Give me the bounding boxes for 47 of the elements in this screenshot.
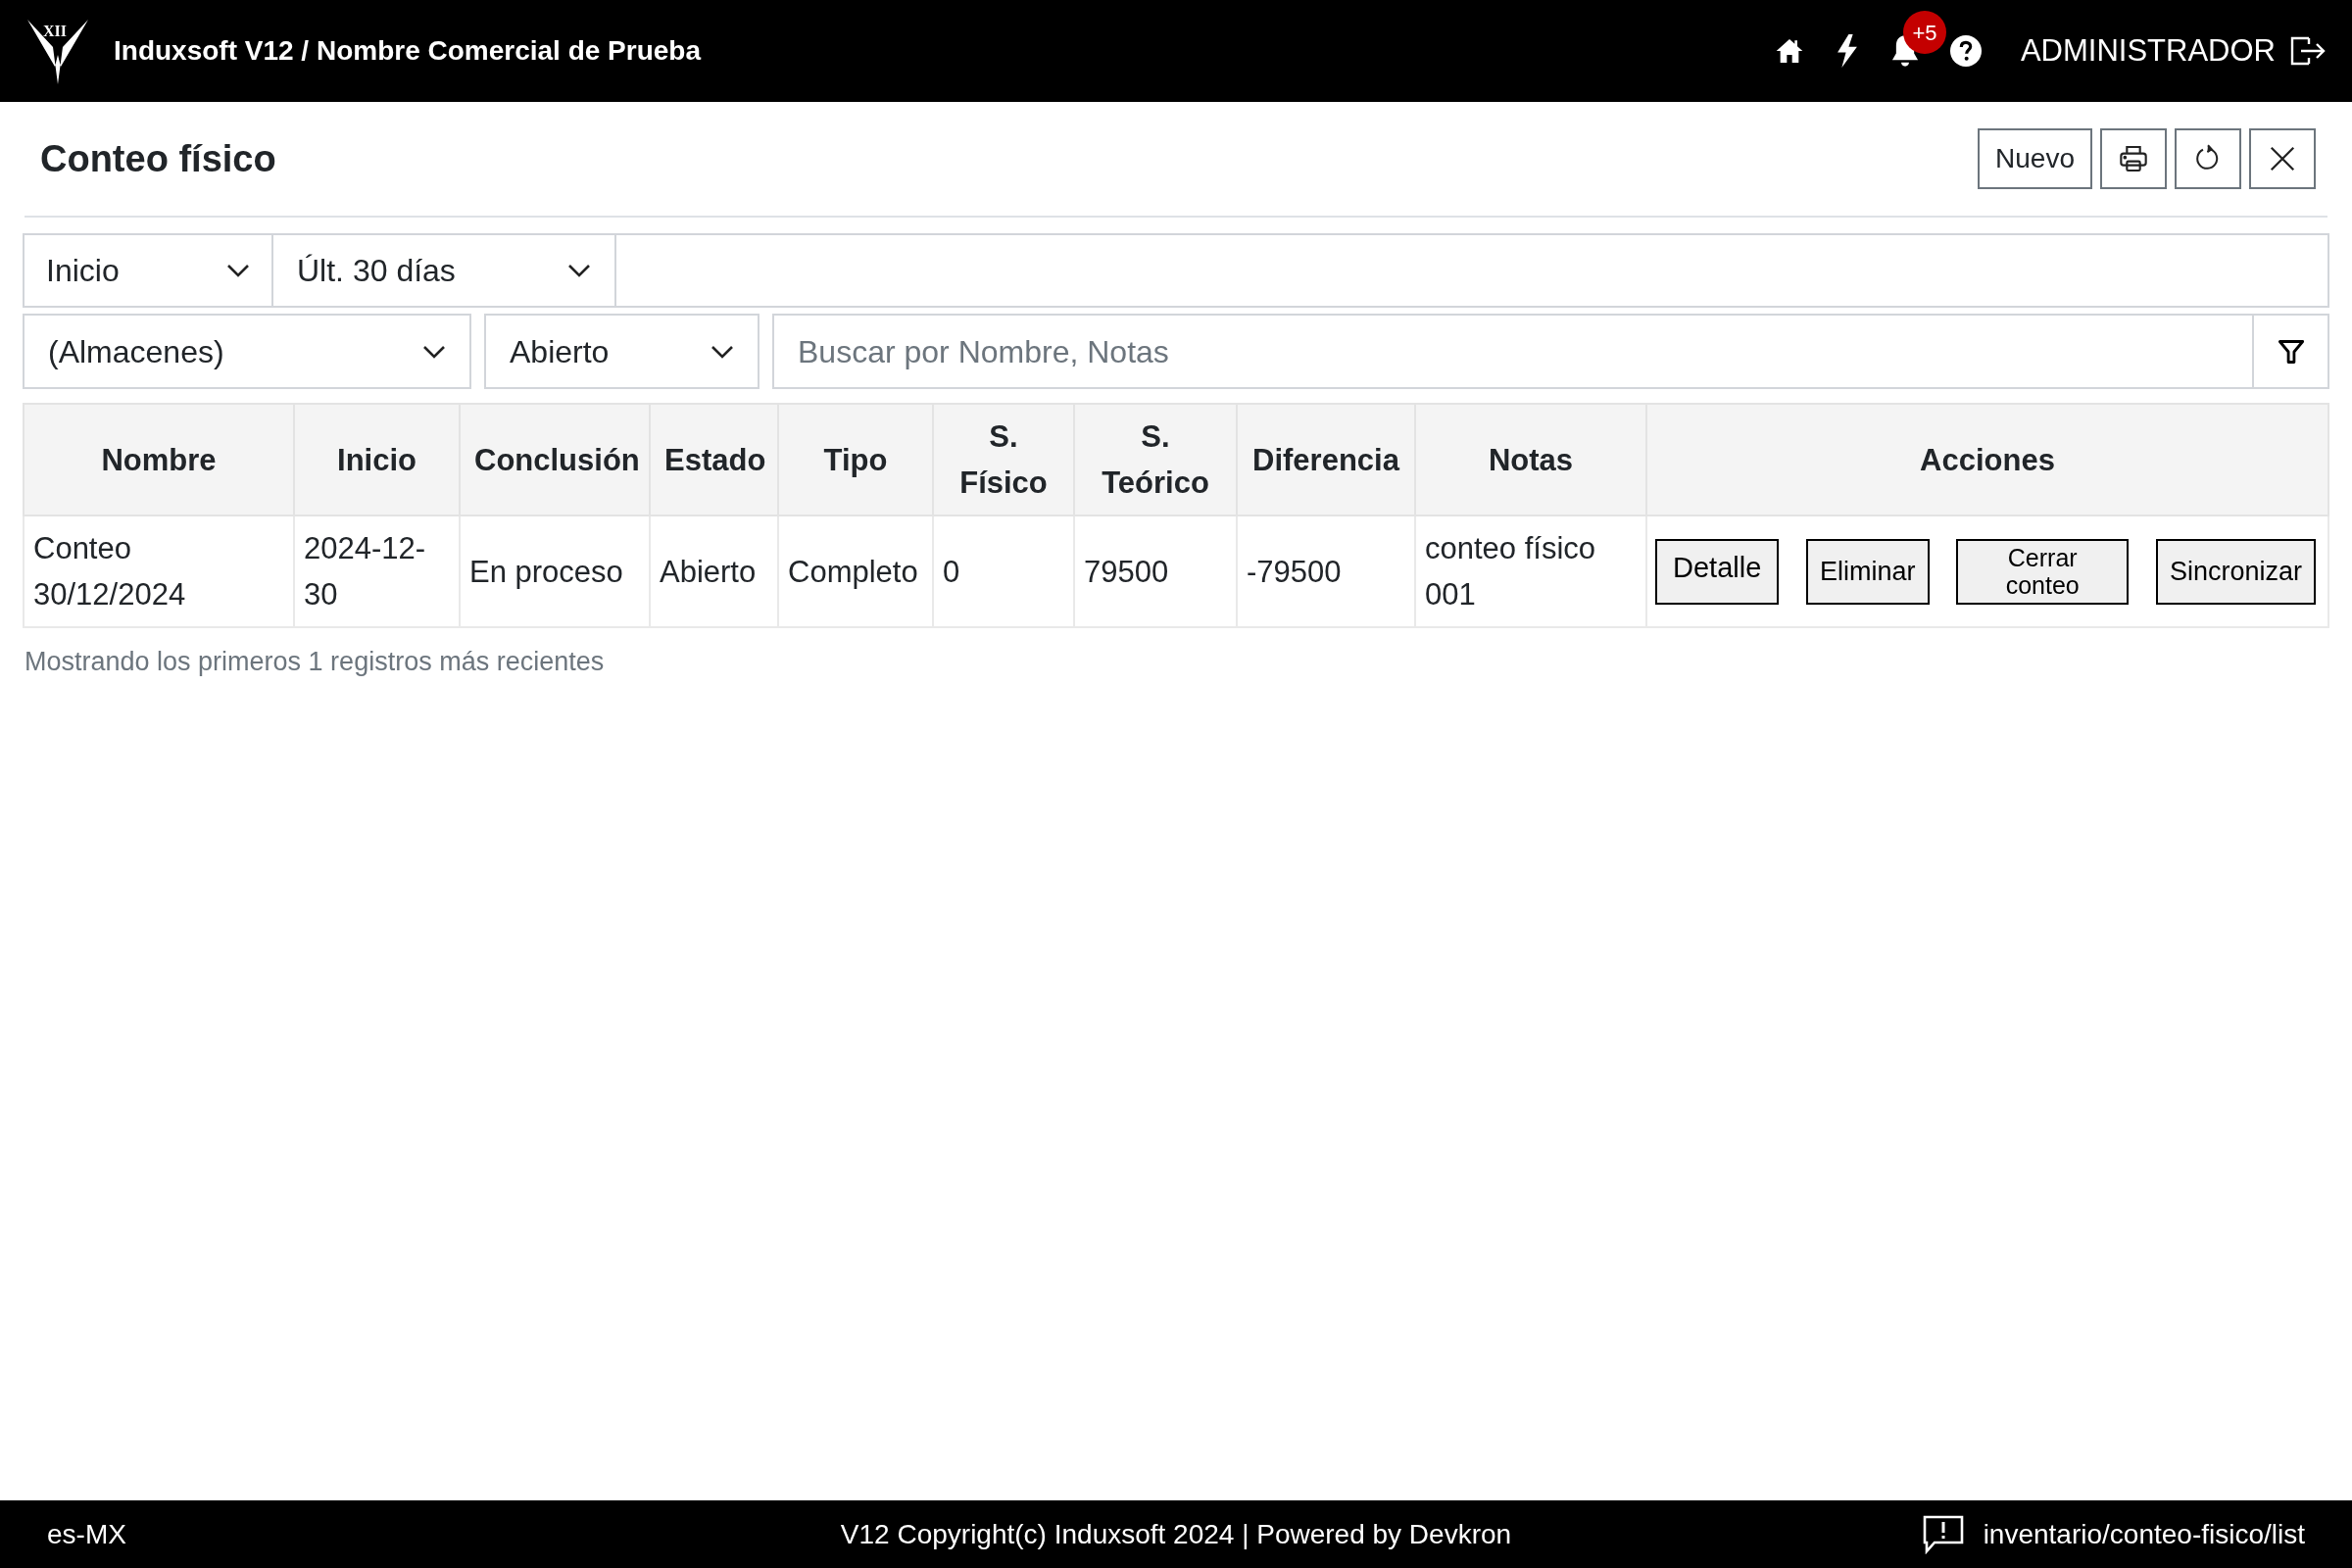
status-select[interactable]: Abierto (484, 314, 760, 389)
chevron-down-icon (422, 344, 446, 359)
table-cell: 2024-12-30 (294, 515, 460, 627)
results-note: Mostrando los primeros 1 registros más recientes (24, 646, 606, 678)
filter-button[interactable] (2254, 314, 2329, 389)
column-header: Tipo (778, 404, 933, 515)
search-field[interactable]: Buscar por Nombre, Notas (772, 314, 2254, 389)
close-icon (2268, 144, 2297, 173)
route-path: inventario/conteo-fisico/list (1983, 1517, 2305, 1551)
warehouse-select[interactable]: (Almacenes) (23, 314, 471, 389)
column-header: S. Teórico (1074, 404, 1237, 515)
action-button[interactable]: Detalle (1655, 538, 1780, 605)
column-header: Notas (1415, 404, 1646, 515)
table-cell: 0 (933, 515, 1074, 627)
page-title: Conteo físico (40, 136, 276, 181)
column-header: Nombre (24, 404, 294, 515)
action-button[interactable]: Sincronizar (2155, 538, 2316, 605)
action-button[interactable]: Cerrar conteo (1956, 538, 2130, 605)
close-button[interactable] (2249, 128, 2316, 189)
new-button[interactable]: Nuevo (1978, 128, 2092, 189)
table-cell: Conteo 30/12/2024 (24, 515, 294, 627)
action-button[interactable]: Eliminar (1806, 538, 1930, 605)
table-cell: conteo físico 001 (1415, 515, 1646, 627)
table-cell: -79500 (1237, 515, 1415, 627)
column-header: Conclusión (460, 404, 650, 515)
refresh-button[interactable] (2175, 128, 2241, 189)
table-cell: Abierto (650, 515, 778, 627)
app-title: Induxsoft V12 / Nombre Comercial de Prueba (114, 34, 702, 68)
column-header: Inicio (294, 404, 460, 515)
table-cell: 79500 (1074, 515, 1237, 627)
table-cell: Completo (778, 515, 933, 627)
printer-icon (2118, 143, 2149, 174)
column-header: Acciones (1646, 404, 2328, 515)
user-name[interactable]: ADMINISTRADOR (2020, 27, 2276, 74)
logout-icon[interactable] (2289, 36, 2327, 66)
copyright-text: V12 Copyright(c) Induxsoft 2024 | Powered by Devkron (839, 1517, 1513, 1551)
column-header: S. Físico (933, 404, 1074, 515)
filter-icon (2277, 337, 2305, 366)
message-alert-icon[interactable] (1922, 1514, 1964, 1554)
chevron-down-icon (710, 344, 734, 359)
notification-badge: +5 (1902, 11, 1946, 54)
locale-label: es-MX (47, 1517, 127, 1551)
print-button[interactable] (2100, 128, 2167, 189)
column-header: Estado (650, 404, 778, 515)
help-icon[interactable] (1949, 35, 1982, 67)
column-header: Diferencia (1237, 404, 1415, 515)
table-cell: En proceso (460, 515, 650, 627)
